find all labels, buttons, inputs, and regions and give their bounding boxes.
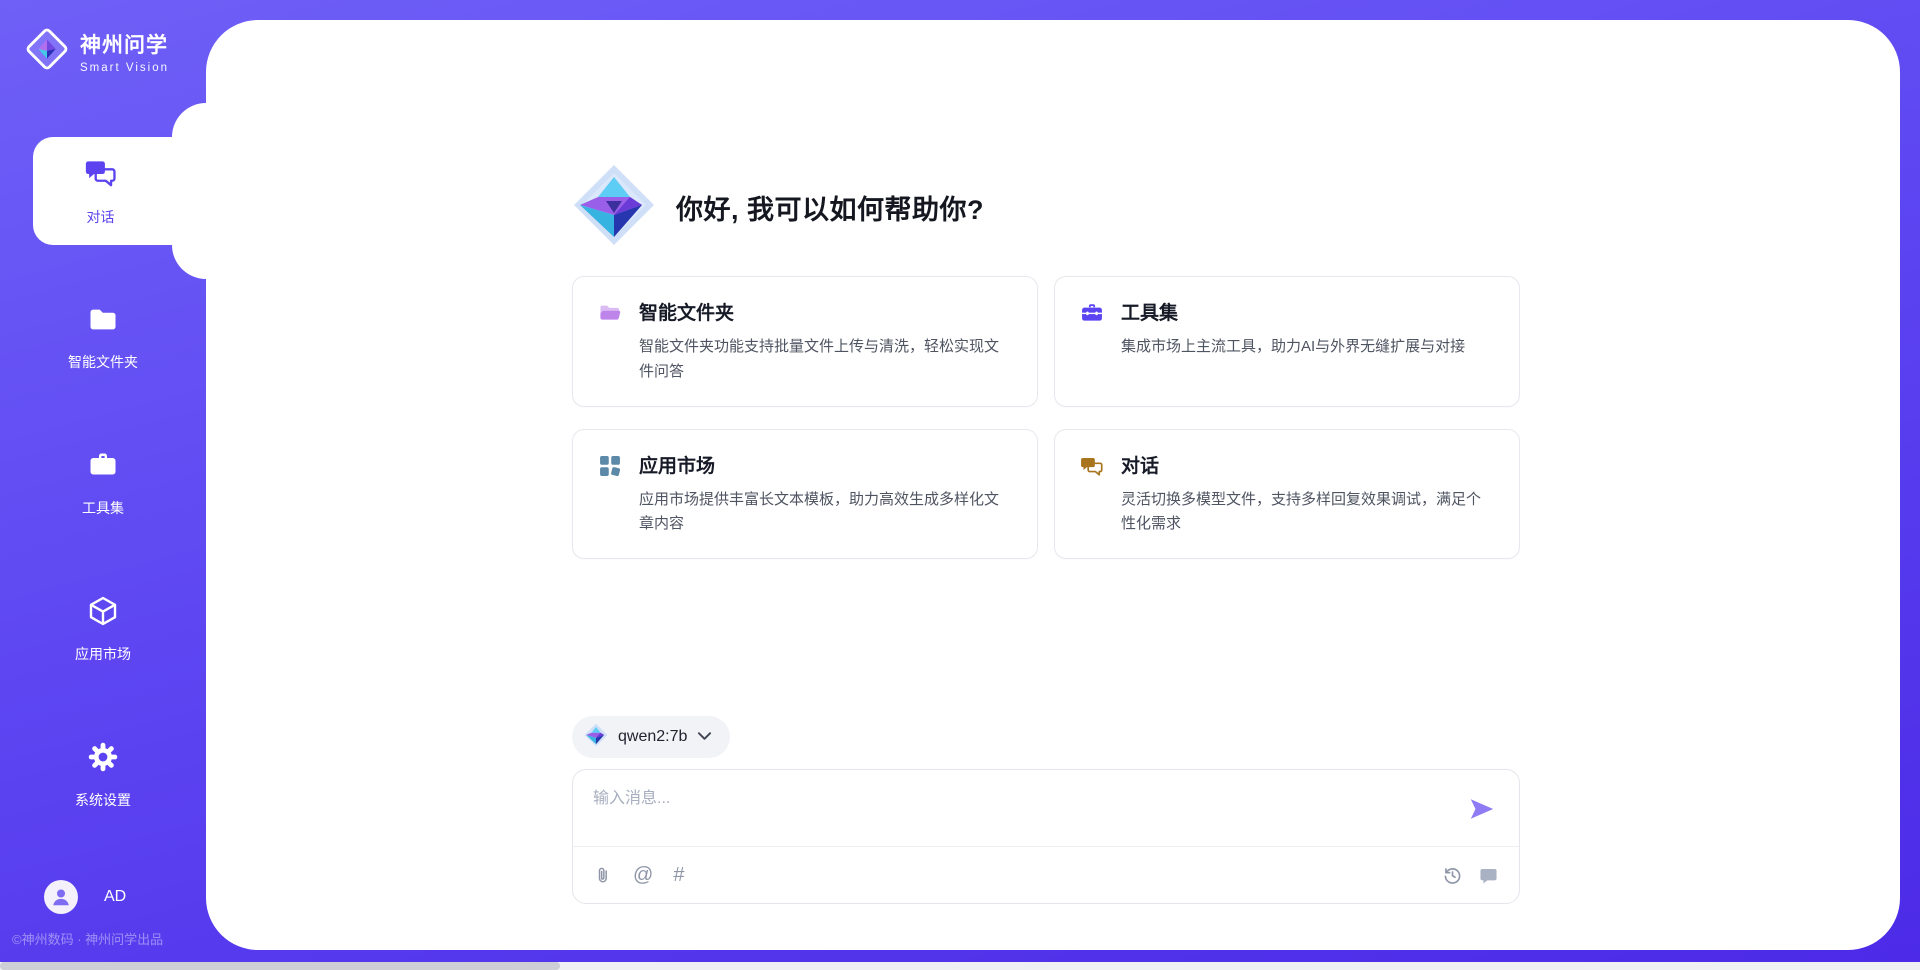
card-description: 智能文件夹功能支持批量文件上传与清洗，轻松实现文件问答 <box>639 335 1013 385</box>
brand: 神州问学 Smart Vision <box>24 26 169 77</box>
logo-gem-icon <box>24 26 70 77</box>
sidebar-item-settings[interactable]: 系统设置 <box>0 721 206 829</box>
briefcase-icon <box>86 448 120 487</box>
history-icon[interactable] <box>1442 865 1463 886</box>
app-grid-icon <box>597 453 623 538</box>
model-selector[interactable]: qwen2:7b <box>572 716 730 758</box>
gear-icon <box>86 740 120 779</box>
greeting-title: 你好, 我可以如何帮助你? <box>676 188 984 227</box>
sidebar-item-label: 系统设置 <box>75 790 131 810</box>
main-content-panel: 你好, 我可以如何帮助你? 智能文件夹 智能文件夹功能支持批量文件上传与清洗，轻… <box>206 20 1900 950</box>
at-icon[interactable]: @ <box>633 865 653 885</box>
card-description: 应用市场提供丰富长文本模板，助力高效生成多样化文章内容 <box>639 488 1013 538</box>
card-description: 集成市场上主流工具，助力AI与外界无缝扩展与对接 <box>1121 335 1465 360</box>
briefcase-icon <box>1079 300 1105 385</box>
composer-toolbar: @ # <box>593 847 1499 903</box>
card-title: 对话 <box>1121 451 1495 478</box>
model-name: qwen2:7b <box>618 728 687 746</box>
card-description: 灵活切换多模型文件，支持多样回复效果调试，满足个性化需求 <box>1121 488 1495 538</box>
scrollbar-thumb[interactable] <box>0 962 560 970</box>
horizontal-scrollbar[interactable] <box>0 962 1920 970</box>
brand-subtitle: Smart Vision <box>80 62 169 74</box>
chevron-down-icon <box>697 728 712 746</box>
card-title: 智能文件夹 <box>639 298 1013 325</box>
sidebar-nav: 对话 智能文件夹 工具集 <box>0 137 206 829</box>
card-toolset[interactable]: 工具集 集成市场上主流工具，助力AI与外界无缝扩展与对接 <box>1054 276 1520 407</box>
user-icon <box>50 886 72 908</box>
sidebar-item-smart-folder[interactable]: 智能文件夹 <box>0 283 206 391</box>
folder-open-icon <box>597 300 623 385</box>
chat-bubbles-icon <box>1079 453 1105 538</box>
cube-icon <box>86 594 120 633</box>
paperclip-icon[interactable] <box>593 864 613 886</box>
user-name: AD <box>104 888 126 906</box>
sidebar-item-app-market[interactable]: 应用市场 <box>0 575 206 683</box>
greeting-block: 你好, 我可以如何帮助你? <box>572 163 984 252</box>
sidebar-item-label: 应用市场 <box>75 644 131 664</box>
card-smart-folder[interactable]: 智能文件夹 智能文件夹功能支持批量文件上传与清洗，轻松实现文件问答 <box>572 276 1038 407</box>
message-input[interactable] <box>593 784 1413 838</box>
logo-gem-icon <box>584 723 608 752</box>
sidebar-item-label: 对话 <box>87 207 115 227</box>
avatar[interactable] <box>44 880 78 914</box>
folder-icon <box>86 302 120 341</box>
card-title: 工具集 <box>1121 298 1465 325</box>
brand-name: 神州问学 <box>80 29 169 59</box>
card-app-market[interactable]: 应用市场 应用市场提供丰富长文本模板，助力高效生成多样化文章内容 <box>572 429 1038 560</box>
user-row[interactable]: AD <box>44 880 126 914</box>
chat-bubbles-icon <box>83 155 119 196</box>
card-title: 应用市场 <box>639 451 1013 478</box>
footer-credit: ©神州数码 · 神州问学出品 <box>12 929 163 948</box>
feature-cards: 智能文件夹 智能文件夹功能支持批量文件上传与清洗，轻松实现文件问答 <box>572 276 1520 559</box>
comment-icon[interactable] <box>1478 865 1499 886</box>
card-chat[interactable]: 对话 灵活切换多模型文件，支持多样回复效果调试，满足个性化需求 <box>1054 429 1520 560</box>
sidebar-item-label: 工具集 <box>82 498 124 518</box>
content-column: 你好, 我可以如何帮助你? 智能文件夹 智能文件夹功能支持批量文件上传与清洗，轻… <box>572 20 1520 950</box>
sidebar-item-chat[interactable]: 对话 <box>33 137 206 245</box>
hash-icon[interactable]: # <box>673 865 684 885</box>
app-root: 你好, 我可以如何帮助你? 智能文件夹 智能文件夹功能支持批量文件上传与清洗，轻… <box>0 0 1920 970</box>
sidebar: 神州问学 Smart Vision 对话 <box>0 0 206 970</box>
sidebar-item-label: 智能文件夹 <box>68 352 138 372</box>
send-icon[interactable] <box>1467 794 1497 824</box>
sidebar-item-toolset[interactable]: 工具集 <box>0 429 206 537</box>
logo-gem-icon <box>572 163 656 252</box>
message-composer: @ # <box>572 769 1520 904</box>
